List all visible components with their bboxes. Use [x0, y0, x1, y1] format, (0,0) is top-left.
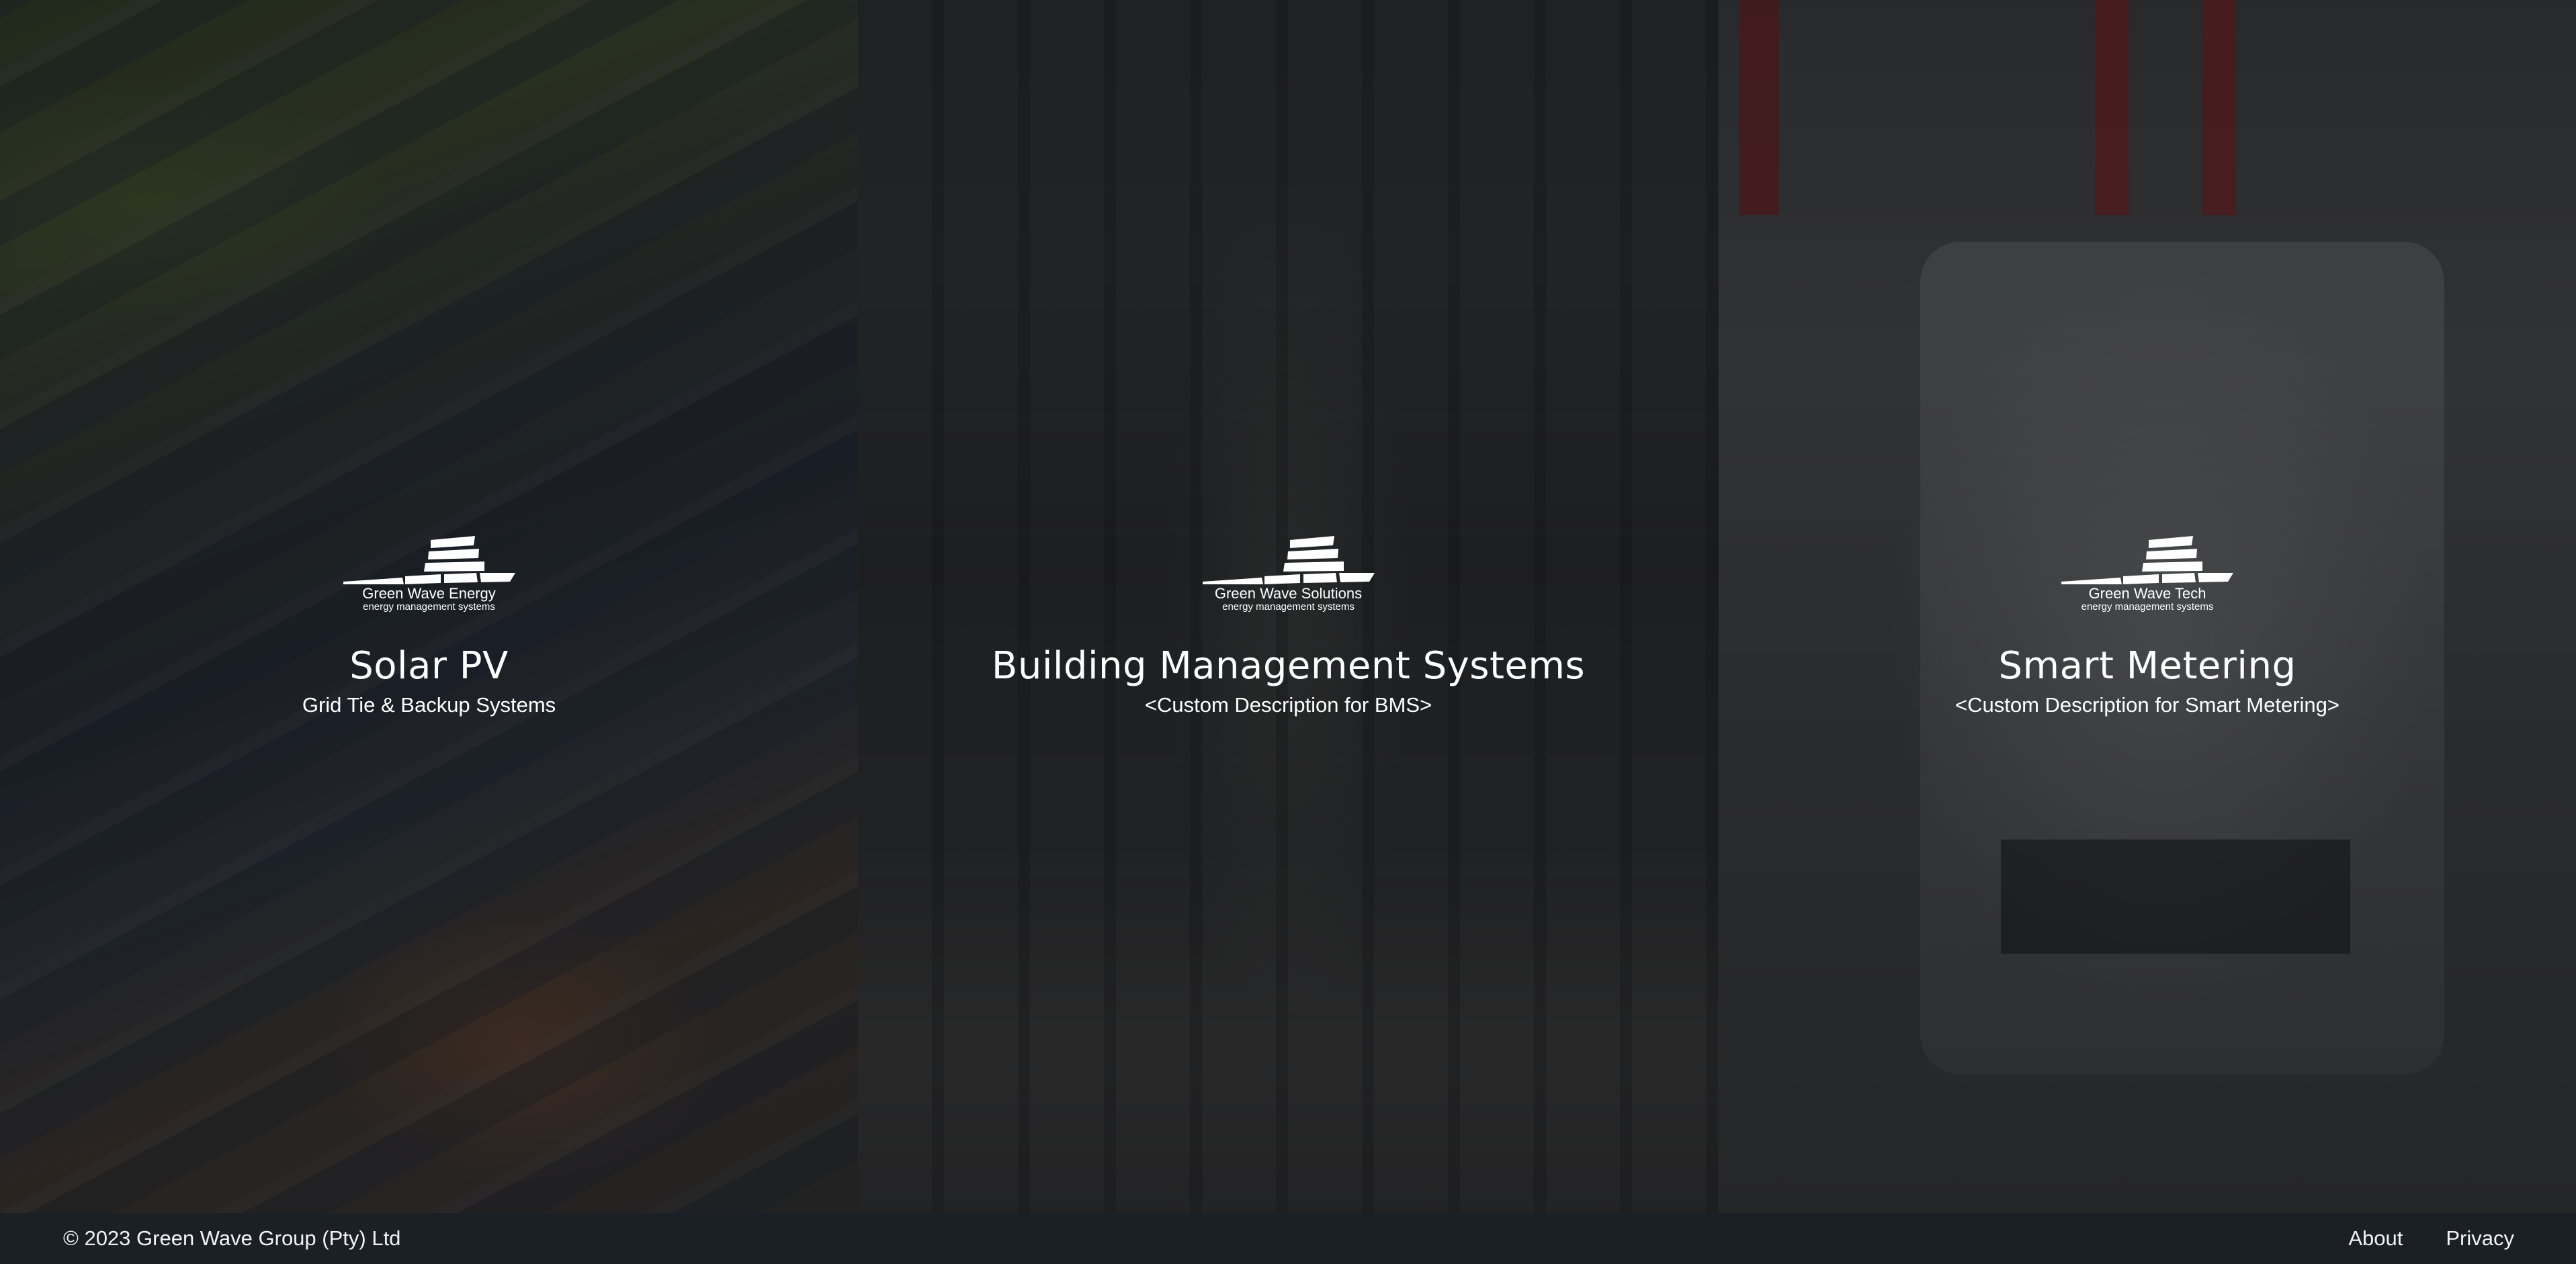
green-wave-wing-icon	[343, 536, 515, 584]
footer: © 2023 Green Wave Group (Pty) Ltd About …	[0, 1213, 2576, 1264]
panel-content: Green Wave Tech energy management system…	[1719, 536, 2576, 717]
logo-tagline: energy management systems	[363, 601, 495, 613]
panel-title: Solar PV	[349, 644, 509, 688]
panel-title: Smart Metering	[1998, 644, 2296, 688]
footer-nav: About Privacy	[2348, 1226, 2514, 1251]
panel-title: Building Management Systems	[991, 644, 1586, 688]
logo-name: Green Wave Energy	[362, 585, 496, 602]
green-wave-wing-icon	[2061, 536, 2233, 584]
panel-solar-pv[interactable]: Green Wave Energy energy management syst…	[0, 0, 858, 1213]
panel-description: <Custom Description for BMS>	[1144, 693, 1432, 717]
service-panels: Green Wave Energy energy management syst…	[0, 0, 2576, 1213]
panel-description: Grid Tie & Backup Systems	[302, 693, 556, 717]
logo-name: Green Wave Solutions	[1214, 585, 1363, 602]
logo-tagline: energy management systems	[1222, 601, 1355, 613]
privacy-link[interactable]: Privacy	[2446, 1226, 2514, 1251]
green-wave-logo: Green Wave Tech energy management system…	[2060, 536, 2235, 619]
green-wave-logo: Green Wave Solutions energy management s…	[1201, 536, 1376, 619]
panel-building-management-systems[interactable]: Green Wave Solutions energy management s…	[858, 0, 1719, 1213]
logo-tagline: energy management systems	[2081, 601, 2214, 613]
logo-name: Green Wave Tech	[2088, 585, 2206, 602]
copyright-text: © 2023 Green Wave Group (Pty) Ltd	[63, 1226, 401, 1250]
panel-description: <Custom Description for Smart Metering>	[1955, 693, 2339, 717]
green-wave-logo: Green Wave Energy energy management syst…	[342, 536, 517, 619]
green-wave-wing-icon	[1202, 536, 1375, 584]
panel-content: Green Wave Solutions energy management s…	[858, 536, 1719, 717]
panel-smart-metering[interactable]: Green Wave Tech energy management system…	[1719, 0, 2576, 1213]
about-link[interactable]: About	[2348, 1226, 2403, 1251]
panel-content: Green Wave Energy energy management syst…	[0, 536, 858, 717]
